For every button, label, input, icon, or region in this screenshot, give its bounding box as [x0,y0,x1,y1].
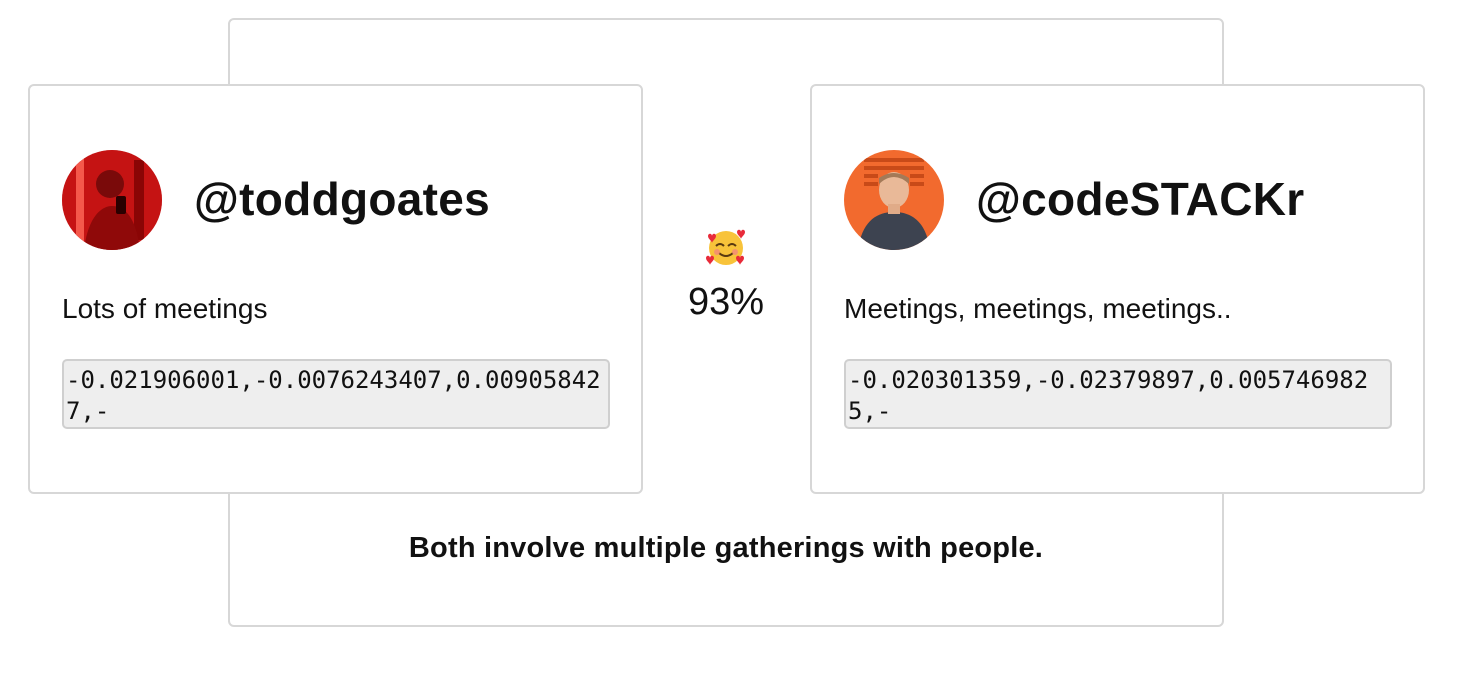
user-bio-right: Meetings, meetings, meetings.. [844,293,1232,324]
match-summary-text: Both involve multiple gatherings with pe… [408,532,1044,564]
smiling-face-with-hearts-icon [704,226,748,270]
user-handle-left[interactable]: @toddgoates [194,176,490,222]
avatar-right [844,150,944,250]
user-bio-left: Lots of meetings [62,293,268,324]
embedding-vector-left: -0.021906001,-0.0076243407,0.009058427,- [62,359,610,429]
match-stage: Both involve multiple gatherings with pe… [0,0,1470,674]
user-card-right: @codeSTACKr Meetings, meetings, meetings… [810,84,1425,494]
avatar-left [62,150,162,250]
user-card-left: @toddgoates Lots of meetings -0.02190600… [28,84,643,494]
match-percent: 93% [687,281,765,323]
embedding-vector-right: -0.020301359,-0.02379897,0.0057469825,- [844,359,1392,429]
match-indicator: 93% [666,226,786,321]
user-handle-right[interactable]: @codeSTACKr [976,176,1304,222]
